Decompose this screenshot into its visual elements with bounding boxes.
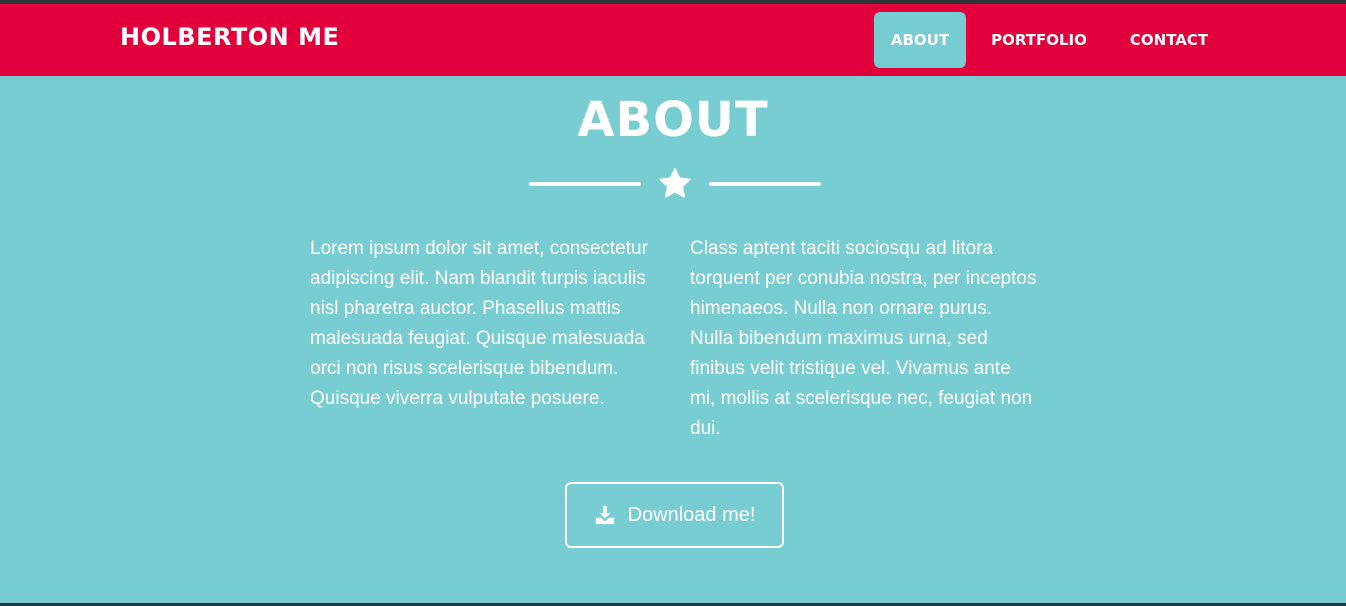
download-button-label: Download me! bbox=[627, 503, 756, 526]
star-icon bbox=[659, 168, 691, 198]
divider-line-left bbox=[529, 182, 641, 186]
divider-line-right bbox=[709, 182, 821, 186]
nav-item-contact[interactable]: CONTACT bbox=[1116, 12, 1222, 68]
nav-item-portfolio[interactable]: PORTFOLIO bbox=[976, 12, 1102, 68]
about-paragraph-right: Class aptent taciti sociosqu ad litora t… bbox=[690, 238, 1037, 439]
about-paragraph-left: Lorem ipsum dolor sit amet, consectetur … bbox=[310, 238, 648, 409]
download-button[interactable]: Download me! bbox=[565, 482, 784, 548]
download-icon bbox=[595, 505, 614, 525]
navbar: HOLBERTON ME ABOUT PORTFOLIO CONTACT bbox=[0, 4, 1346, 76]
nav-item-about[interactable]: ABOUT bbox=[874, 12, 966, 68]
section-title: ABOUT bbox=[577, 92, 769, 148]
brand-logo[interactable]: HOLBERTON ME bbox=[120, 23, 339, 51]
